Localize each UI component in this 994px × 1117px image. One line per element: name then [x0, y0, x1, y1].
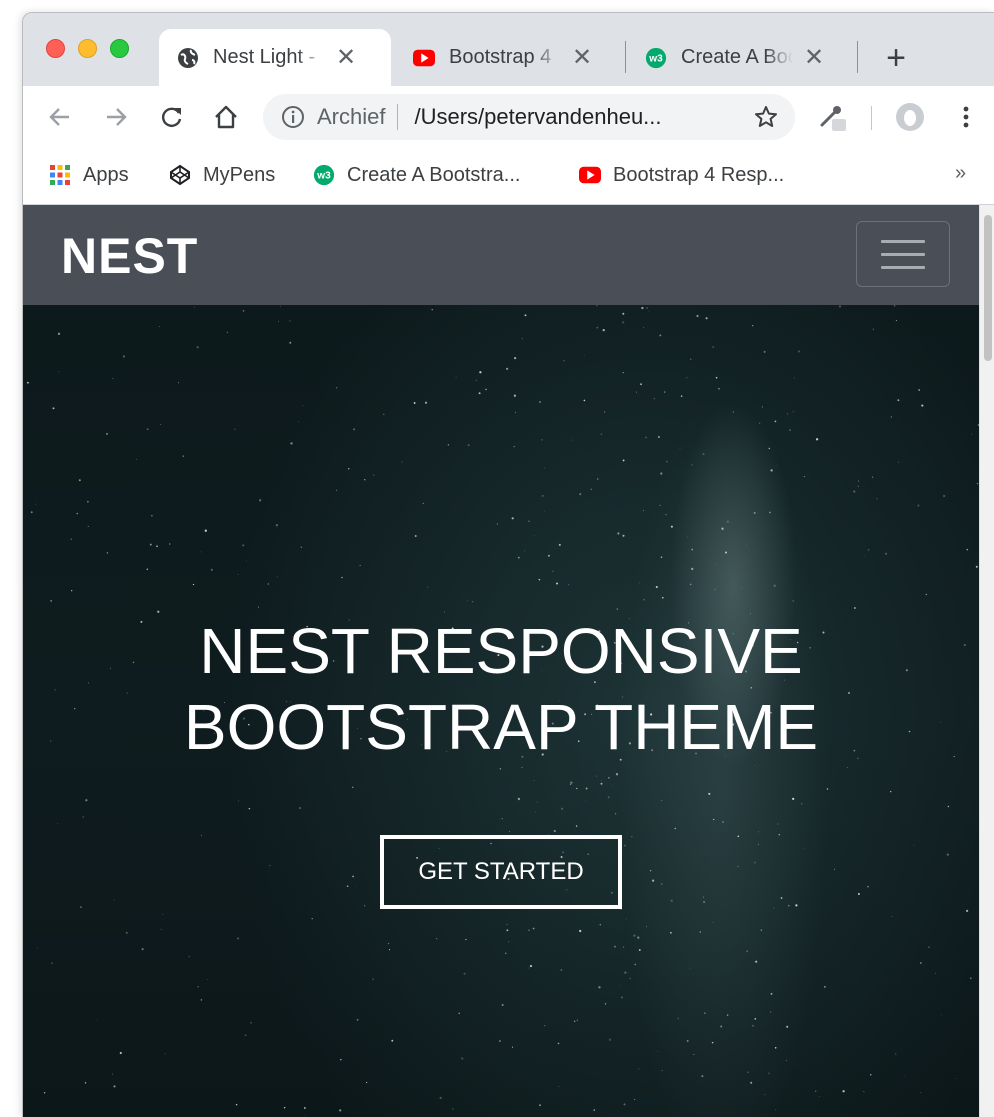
bookmark-bootstrap-4-resp[interactable]: Bootstrap 4 Resp... [579, 160, 784, 190]
hamburger-icon [881, 265, 925, 269]
arrow-left-icon [49, 108, 69, 126]
tab-bootstrap-4[interactable]: Bootstrap 4 ✕ [395, 29, 623, 86]
reload-button[interactable] [155, 100, 189, 134]
browser-window: Nest Light - ✕ Bootstrap 4 ✕ w3 Create A… [22, 12, 994, 1117]
forward-button[interactable] [99, 100, 133, 134]
bookmark-mypens[interactable]: MyPens [169, 160, 275, 190]
bookmark-apps[interactable]: Apps [49, 160, 129, 190]
close-window-button[interactable] [46, 39, 65, 58]
w3schools-icon: w3 [645, 47, 667, 69]
omnibox-divider [397, 104, 399, 130]
close-tab-icon[interactable]: ✕ [803, 44, 825, 71]
youtube-icon [413, 47, 435, 69]
bookmark-label: Create A Bootstra... [347, 163, 521, 186]
home-button[interactable] [209, 100, 243, 134]
address-bar[interactable]: Archief /Users/petervandenheu... [263, 94, 795, 140]
bookmark-create-a-bootstrap[interactable]: w3 Create A Bootstra... [313, 160, 520, 190]
minimize-window-button[interactable] [78, 39, 97, 58]
hamburger-icon [881, 239, 925, 243]
back-button[interactable] [43, 100, 77, 134]
url-text[interactable]: /Users/petervandenheu... [414, 104, 714, 130]
tab-title: Bootstrap 4 [449, 46, 552, 68]
reload-icon [162, 107, 182, 127]
bookmarks-bar: Apps MyPens w3 Create A Bootstra... Boot… [23, 148, 994, 205]
tab-strip: Nest Light - ✕ Bootstrap 4 ✕ w3 Create A… [23, 13, 994, 86]
svg-text:w3: w3 [648, 53, 663, 64]
get-started-button[interactable]: GET STARTED [380, 835, 622, 909]
tab-title: Nest Light - [213, 46, 316, 68]
tab-create-a-bootstrap[interactable]: w3 Create A Boo ✕ [627, 29, 855, 86]
info-icon[interactable] [281, 105, 305, 129]
hero-section: NEST RESPONSIVE BOOTSTRAP THEME GET STAR… [23, 305, 979, 1117]
profile-button[interactable] [893, 100, 927, 134]
toolbar-separator [871, 106, 872, 130]
browser-menu-button[interactable] [949, 100, 983, 134]
kebab-menu-icon [963, 106, 969, 128]
close-tab-icon[interactable]: ✕ [571, 44, 593, 71]
page-scrollbar[interactable] [979, 205, 994, 1117]
svg-text:w3: w3 [316, 171, 331, 182]
apps-grid-icon [49, 164, 71, 186]
scrollbar-thumb[interactable] [984, 215, 992, 361]
arrow-right-icon [107, 108, 127, 126]
home-icon [215, 105, 237, 129]
site-brand-logo[interactable]: NEST [61, 227, 198, 285]
hero-title-line: BOOTSTRAP THEME [183, 691, 819, 763]
tab-nest-light[interactable]: Nest Light - ✕ [159, 29, 391, 86]
bookmark-label: Bootstrap 4 Resp... [613, 163, 785, 186]
new-tab-button[interactable]: + [879, 39, 913, 77]
w3schools-icon: w3 [313, 164, 335, 186]
navbar-toggler-button[interactable] [856, 221, 950, 287]
youtube-icon [579, 164, 601, 186]
bookmark-star-icon[interactable] [753, 104, 779, 130]
tab-title: Create A Boo [681, 46, 793, 68]
eyedropper-icon [820, 106, 846, 131]
close-tab-icon[interactable]: ✕ [335, 44, 357, 71]
bookmark-label: Apps [83, 163, 129, 186]
avatar-icon [896, 103, 924, 131]
hero-title: NEST RESPONSIVE BOOTSTRAP THEME [23, 613, 979, 765]
bookmarks-overflow-button[interactable]: » [955, 162, 966, 185]
bookmark-label: MyPens [203, 163, 276, 186]
zoom-window-button[interactable] [110, 39, 129, 58]
globe-icon [177, 47, 199, 69]
site-navbar: NEST [23, 205, 979, 305]
tab-separator [857, 41, 858, 73]
codepen-icon [169, 164, 191, 186]
page-scheme-label: Archief [317, 104, 386, 129]
tab-separator [625, 41, 626, 73]
eyedropper-extension-button[interactable] [815, 100, 849, 134]
hamburger-icon [881, 252, 925, 256]
hero-title-line: NEST RESPONSIVE [199, 615, 803, 687]
browser-toolbar: Archief /Users/petervandenheu... [23, 86, 994, 148]
page-viewport: NEST NEST RESPONSIVE BOOTSTRAP THEME GET… [23, 205, 994, 1117]
